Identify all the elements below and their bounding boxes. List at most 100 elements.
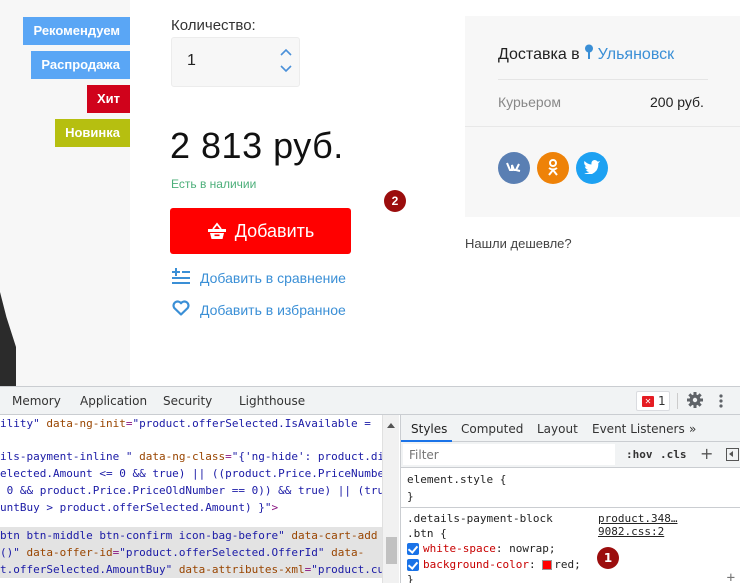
- ok-share-button[interactable]: [537, 152, 569, 184]
- error-count: 1: [658, 394, 666, 408]
- dom-node-line[interactable]: t.offerSelected.AmountBuy" data-attribut…: [0, 561, 382, 578]
- gear-icon[interactable]: [686, 391, 704, 409]
- error-icon: ✕: [642, 395, 654, 407]
- attribute-value: ility": [0, 417, 40, 430]
- attribute-value: elected.Amount <= 0 && true) || ((produc…: [0, 467, 382, 480]
- scroll-up-arrow-icon[interactable]: [387, 423, 395, 428]
- delivery-title-text: Доставка в: [498, 45, 580, 63]
- quantity-value[interactable]: 1: [187, 52, 196, 70]
- tab-security[interactable]: Security: [163, 394, 212, 408]
- element-style-rule: element.style { }: [401, 470, 740, 508]
- attribute-value: untBuy > product.offerSelected.Amount) }…: [0, 501, 272, 514]
- badge-sale: Распродажа: [31, 51, 130, 79]
- tab-layout[interactable]: Layout: [537, 422, 578, 436]
- devtools-tab-bar: Memory Application Security Lighthouse ✕…: [0, 387, 740, 415]
- dom-node-line[interactable]: btn btn-middle btn-confirm icon-bag-befo…: [0, 527, 382, 544]
- css-property-white-space: white-space: nowrap;: [407, 542, 555, 555]
- dom-node-line[interactable]: ility" data-ng-init="product.offerSelect…: [0, 415, 382, 432]
- styles-toolbar: :hov .cls +: [401, 442, 740, 468]
- found-cheaper-link[interactable]: Нашли дешевле?: [465, 236, 572, 251]
- delivery-panel: Доставка в Ульяновск Курьером 200 руб.: [465, 16, 740, 217]
- badge-recommend: Рекомендуем: [23, 17, 130, 45]
- twitter-share-button[interactable]: [576, 152, 608, 184]
- error-count-badge[interactable]: ✕ 1: [636, 391, 670, 411]
- property-checkbox[interactable]: [407, 542, 419, 555]
- property-name[interactable]: background-color: [423, 558, 529, 571]
- btn-css-rule: .details-payment-block product.348…9082.…: [401, 508, 740, 583]
- divider: [465, 126, 740, 127]
- delivery-city-link[interactable]: Ульяновск: [598, 46, 674, 64]
- elements-scrollbar[interactable]: [382, 415, 399, 583]
- new-rule-plus-icon[interactable]: +: [700, 444, 713, 463]
- dom-node-line[interactable]: ils-payment-inline " data-ng-class="{'ng…: [0, 448, 382, 465]
- dom-node-line[interactable]: elected.Amount <= 0 && true) || ((produc…: [0, 465, 382, 482]
- attribute-name: data-ng-class: [139, 450, 226, 463]
- more-tabs-icon[interactable]: »: [689, 422, 696, 436]
- scrollbar-thumb[interactable]: [386, 537, 397, 564]
- dom-node-line[interactable]: ()" data-offer-id="product.offerSelected…: [0, 544, 382, 561]
- dom-node-line[interactable]: [0, 432, 382, 449]
- annotation-marker-1: 1: [597, 547, 619, 569]
- courier-label: Курьером: [498, 94, 562, 110]
- chevron-down-icon[interactable]: [279, 64, 293, 76]
- property-value[interactable]: red;: [554, 558, 581, 571]
- tab-styles[interactable]: Styles: [411, 422, 447, 436]
- rule-selector-btn[interactable]: .btn {: [407, 527, 447, 540]
- tab-computed[interactable]: Computed: [461, 422, 523, 436]
- styles-tab-bar: Styles Computed Layout Event Listeners »: [401, 415, 740, 442]
- styles-pane: Styles Computed Layout Event Listeners »…: [400, 415, 740, 583]
- add-to-favorites-link[interactable]: Добавить в избранное: [172, 300, 346, 319]
- vk-share-button[interactable]: [498, 152, 530, 184]
- property-name[interactable]: white-space: [423, 542, 496, 555]
- stock-status: Есть в наличии: [171, 177, 257, 191]
- attribute-value: "{'ng-hide': product.di: [231, 450, 382, 463]
- attribute-name: data-offer-id: [26, 546, 113, 559]
- tab-memory[interactable]: Memory: [12, 394, 61, 408]
- elements-tree[interactable]: ility" data-ng-init = "product.offerSelect…: [0, 415, 382, 583]
- attribute-name: data-cart-add: [291, 529, 378, 542]
- class-toggle[interactable]: .cls: [660, 448, 687, 461]
- attribute-name: data-attributes-xml: [178, 563, 305, 576]
- delivery-title: Доставка в Ульяновск: [498, 44, 674, 65]
- product-price: 2 813 руб.: [170, 125, 344, 166]
- divider: [677, 393, 678, 409]
- badge-new: Новинка: [55, 119, 130, 147]
- attribute-value: btn btn-middle btn-confirm icon-bag-befo…: [0, 529, 285, 542]
- styles-filter-input[interactable]: [403, 444, 615, 465]
- property-value[interactable]: nowrap;: [509, 542, 555, 555]
- tab-lighthouse[interactable]: Lighthouse: [239, 394, 305, 408]
- property-checkbox[interactable]: [407, 558, 419, 571]
- compare-icon: [172, 268, 190, 287]
- attribute-value: 0 && product.Price.PriceOldNumber == 0))…: [0, 484, 382, 497]
- rule-selector[interactable]: .details-payment-block: [407, 512, 553, 525]
- stylesheet-source-link[interactable]: product.348…9082.css:2: [598, 512, 740, 538]
- toggle-sidebar-icon[interactable]: [726, 448, 739, 461]
- heart-icon: [172, 300, 190, 319]
- chevron-up-icon[interactable]: [279, 47, 293, 59]
- attribute-value: ils-payment-inline ": [0, 450, 133, 463]
- attribute-name: data-: [331, 546, 365, 559]
- add-to-compare-link[interactable]: Добавить в сравнение: [172, 268, 346, 287]
- annotation-marker-2: 2: [384, 190, 406, 212]
- social-share-buttons: [498, 152, 608, 184]
- hover-state-toggle[interactable]: :hov: [626, 448, 653, 461]
- code-text: >: [271, 501, 279, 514]
- dom-node-line[interactable]: 0 && product.Price.PriceOldNumber == 0))…: [0, 482, 382, 499]
- twitter-icon: [583, 159, 601, 177]
- product-badges: Рекомендуем Распродажа Хит Новинка: [23, 17, 130, 147]
- attribute-name: data-ng-init: [46, 417, 126, 430]
- code-text: =: [225, 450, 232, 463]
- add-to-favorites-label: Добавить в избранное: [200, 301, 346, 318]
- vk-icon: [506, 161, 522, 175]
- element-style-selector[interactable]: element.style {: [407, 473, 506, 486]
- tab-application[interactable]: Application: [80, 394, 147, 408]
- devtools-panel: Memory Application Security Lighthouse ✕…: [0, 386, 740, 583]
- color-swatch[interactable]: [542, 560, 553, 570]
- add-property-plus-icon[interactable]: +: [727, 570, 735, 583]
- add-to-cart-button[interactable]: Добавить: [170, 208, 351, 254]
- tab-event-listeners[interactable]: Event Listeners: [592, 422, 685, 436]
- quantity-stepper[interactable]: 1: [171, 37, 300, 87]
- more-options-icon[interactable]: [717, 392, 725, 410]
- dom-node-line[interactable]: untBuy > product.offerSelected.Amount) }…: [0, 499, 382, 516]
